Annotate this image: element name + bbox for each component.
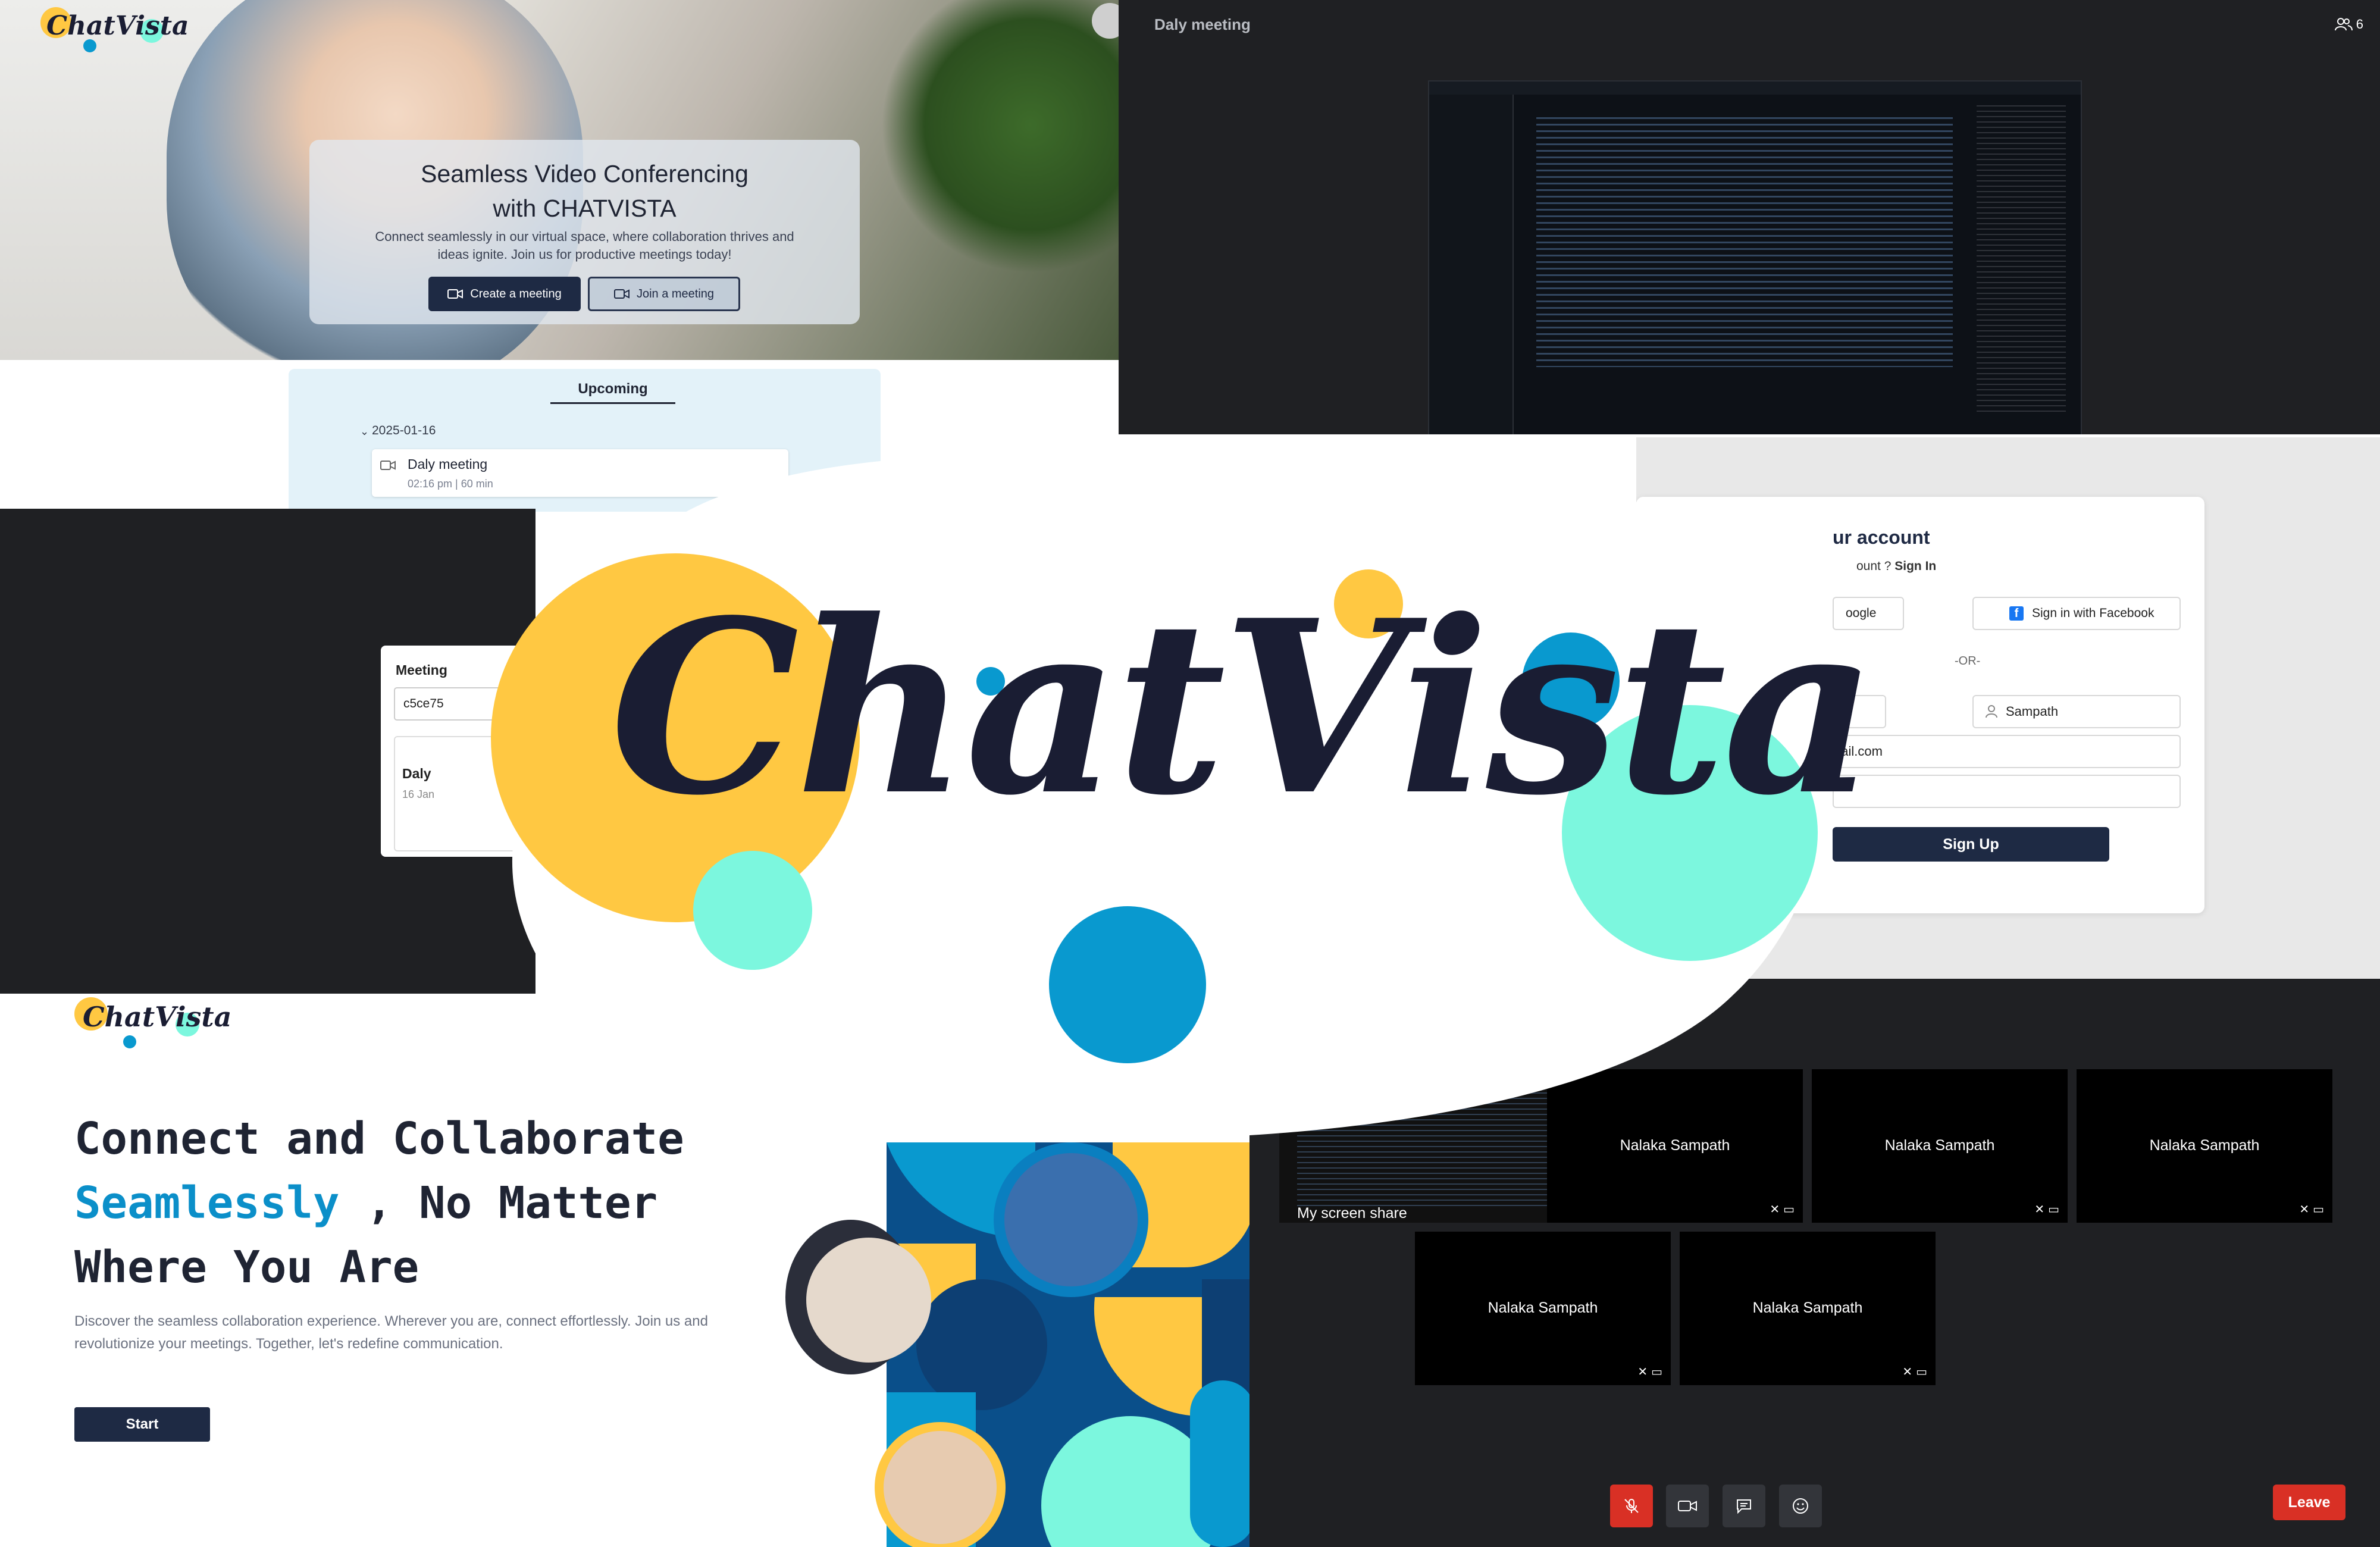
meeting-card-title: Daly — [402, 766, 431, 781]
emoji-icon — [1793, 1498, 1808, 1514]
mosaic-graphic — [785, 1142, 1255, 1547]
participant-tile[interactable]: Nalaka Sampath ✕ ▭ — [2077, 1069, 2332, 1223]
chat-icon — [1737, 1499, 1751, 1514]
brand-logo-text: ChatVista — [83, 1001, 232, 1033]
participant-name: Nalaka Sampath — [1752, 1299, 1863, 1316]
start-button[interactable]: Start — [74, 1407, 210, 1442]
meeting-title: Daly meeting — [1154, 15, 1251, 33]
camera-off-icon: ▭ — [2313, 1203, 2324, 1216]
chevron-down-icon[interactable]: ⌄ — [360, 425, 369, 438]
mic-off-icon: ✕ — [2034, 1203, 2045, 1216]
camera-toggle-button[interactable] — [1666, 1485, 1709, 1527]
video-camera-icon — [1678, 1501, 1697, 1511]
camera-off-icon: ▭ — [1783, 1203, 1795, 1216]
hero-card: Seamless Video Conferencing with CHATVIS… — [309, 140, 860, 324]
mic-off-icon — [1624, 1499, 1639, 1513]
hero-title: Seamless Video Conferencing with CHATVIS… — [421, 160, 749, 222]
participant-tile[interactable]: Nalaka Sampath ✕ ▭ — [1680, 1232, 1936, 1385]
create-meeting-button[interactable]: Create a meeting — [428, 277, 581, 311]
meeting-code-label: Meeting — [396, 662, 447, 678]
last-name-field[interactable]: Sampath — [1972, 695, 2181, 728]
join-meeting-button[interactable]: Join a meeting — [588, 277, 740, 311]
video-camera-icon — [380, 461, 396, 470]
participant-count[interactable]: 6 — [2334, 17, 2363, 32]
mic-off-icon: ✕ — [1637, 1366, 1648, 1379]
leave-button[interactable]: Leave — [2273, 1485, 2345, 1520]
hero-photo-plant — [881, 0, 1119, 274]
shared-screen-code-editor — [1428, 80, 2082, 434]
upcoming-date: 2025-01-16 — [372, 424, 436, 437]
hero-section: ChatVista Seamless Video Conferencing wi… — [0, 0, 1119, 360]
participant-name: Nalaka Sampath — [1488, 1299, 1598, 1316]
landing-description: Discover the seamless collaboration expe… — [74, 1313, 708, 1352]
camera-off-icon: ▭ — [2048, 1203, 2059, 1216]
brand-logo-text: ChatVista — [46, 11, 189, 41]
or-divider: -OR- — [1955, 654, 1981, 668]
participant-tile[interactable]: Nalaka Sampath ✕ ▭ — [1415, 1232, 1671, 1385]
facebook-icon: f — [2009, 606, 2024, 621]
center-logo-text: ChatVista — [610, 568, 1877, 848]
landing-headline-line2: Seamlessly , No Matter — [74, 1178, 658, 1229]
camera-off-icon: ▭ — [1651, 1366, 1662, 1379]
screen-share-label: My screen share — [1297, 1205, 1407, 1222]
facebook-signin-button[interactable]: f Sign in with Facebook — [1972, 597, 2181, 630]
landing-headline-line3: Where You Are — [74, 1242, 419, 1293]
people-mosaic-illustration — [785, 1142, 1255, 1547]
headline-accent: Seamlessly — [74, 1178, 340, 1229]
reactions-button[interactable] — [1779, 1485, 1822, 1527]
hero-subtitle: Connect seamlessly in our virtual space,… — [375, 229, 794, 262]
participants-icon — [2334, 18, 2353, 31]
mic-off-icon: ✕ — [2299, 1203, 2310, 1216]
video-camera-icon — [613, 289, 630, 299]
chat-button[interactable] — [1723, 1485, 1765, 1527]
mic-off-icon: ✕ — [1770, 1203, 1780, 1216]
camera-off-icon: ▭ — [1916, 1366, 1927, 1379]
brand-logo[interactable]: ChatVista — [74, 995, 231, 1048]
center-brand-logo: ChatVista — [443, 399, 1907, 1142]
meeting-card-date: 16 Jan — [402, 788, 435, 800]
mic-off-icon: ✕ — [1902, 1366, 1913, 1379]
participant-name: Nalaka Sampath — [2149, 1137, 2260, 1154]
video-camera-icon — [447, 289, 464, 299]
mute-toggle-button[interactable] — [1610, 1485, 1653, 1527]
brand-logo[interactable]: ChatVista — [36, 5, 189, 52]
user-icon — [1986, 705, 1997, 718]
meeting-view: Daly meeting 6 — [1119, 0, 2380, 434]
